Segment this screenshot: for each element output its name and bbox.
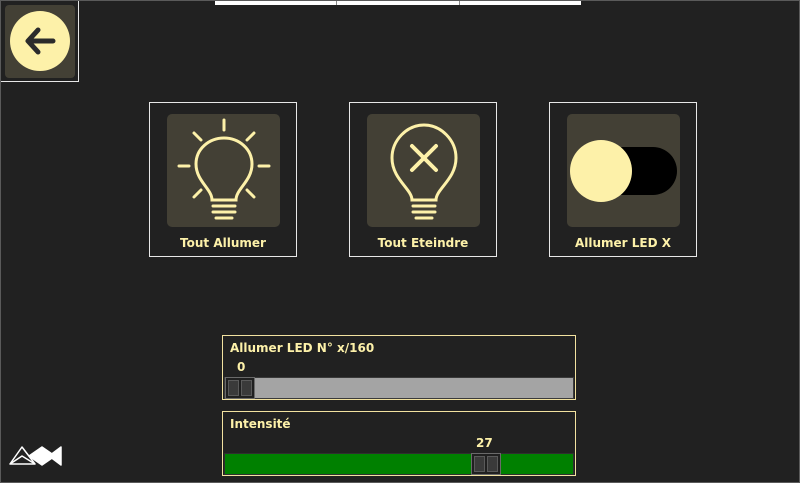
thumb-grip	[474, 456, 485, 472]
slider-thumb[interactable]	[471, 453, 501, 475]
tile-label: Tout Allumer	[180, 236, 266, 250]
tile-label: Tout Eteindre	[377, 236, 469, 250]
tile-label: Allumer LED X	[574, 236, 672, 250]
top-strip-segment	[460, 1, 581, 5]
top-strip	[215, 1, 581, 5]
slider-title: Allumer LED N° x/160	[230, 341, 375, 355]
toggle-icon	[567, 114, 680, 227]
thumb-grip	[487, 456, 498, 472]
tout-eteindre-button[interactable]: Tout Eteindre	[349, 102, 497, 257]
thumb-grip	[241, 380, 252, 396]
top-strip-segment	[215, 1, 338, 5]
intensity-slider-track[interactable]	[224, 453, 574, 475]
slider-thumb[interactable]	[225, 377, 255, 399]
top-strip-segment	[337, 1, 460, 5]
slider-value: 0	[237, 360, 246, 374]
intensity-slider-panel: Intensité 27	[222, 411, 576, 476]
thumb-grip	[228, 380, 239, 396]
tout-allumer-button[interactable]: Tout Allumer	[149, 102, 297, 257]
lightbulb-on-icon	[167, 114, 280, 227]
brand-logo	[9, 443, 63, 467]
back-button-frame	[4, 4, 75, 78]
led-number-slider-panel: Allumer LED N° x/160 0	[222, 335, 576, 400]
back-arrow-icon	[9, 11, 70, 71]
led-number-slider-track[interactable]	[224, 377, 574, 399]
allumer-led-x-button[interactable]: Allumer LED X	[549, 102, 697, 257]
slider-value: 27	[476, 436, 493, 450]
back-button[interactable]	[1, 1, 79, 82]
slider-title: Intensité	[230, 417, 291, 431]
lightbulb-off-icon	[367, 114, 480, 227]
